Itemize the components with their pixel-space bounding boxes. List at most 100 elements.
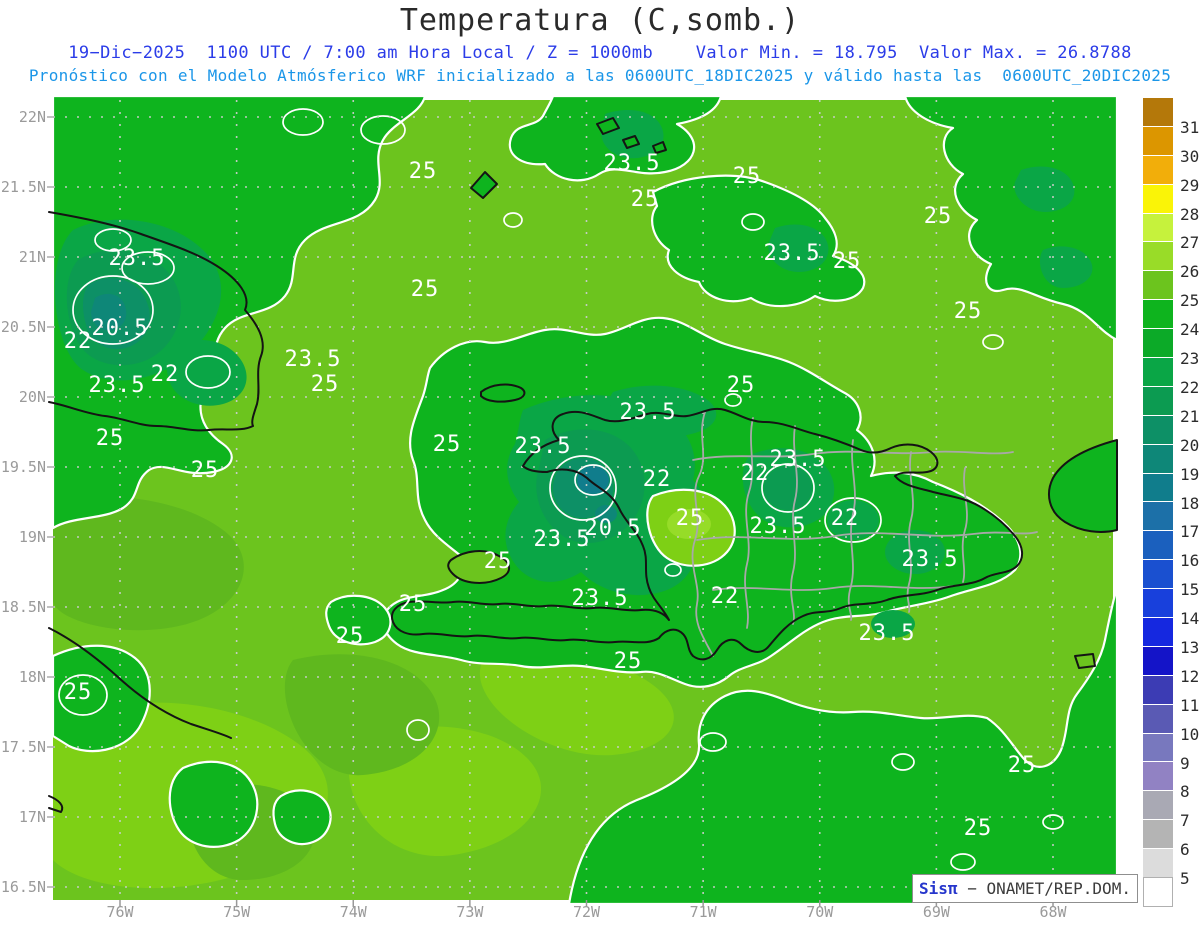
lat-label: 21N	[18, 248, 46, 266]
colorbar-segment	[1143, 848, 1173, 878]
contour-label: 23.5	[620, 400, 677, 425]
colorbar-tick-label: 23	[1180, 349, 1200, 369]
watermark-org: − ONAMET/REP.DOM.	[957, 879, 1131, 898]
lon-label: 73W	[456, 903, 484, 921]
colorbar-tick-label: 21	[1180, 406, 1200, 426]
lat-label: 20N	[18, 388, 46, 406]
contour-label: 25	[614, 649, 643, 674]
contour-label: 25	[676, 506, 705, 531]
colorbar-segment	[1143, 617, 1173, 646]
map-canvas: 25 25 23.5 25 25 23.5 25 25 25 23.5 20.5 22 22 23.5 25…	[47, 94, 1119, 907]
contour-label: 25	[336, 624, 365, 649]
contour-label: 20.5	[585, 516, 642, 541]
contour-label: 25	[433, 432, 462, 457]
contour-label: 25	[631, 187, 660, 212]
contour-label: 22	[151, 362, 180, 387]
colorbar-tick-label: 19	[1180, 464, 1200, 484]
colorbar-segment	[1143, 761, 1173, 791]
colorbar-tick-label: 17	[1180, 522, 1200, 542]
subtitle-valid-time: 19−Dic−2025 1100 UTC / 7:00 am Hora Loca…	[68, 43, 1132, 63]
colorbar-tick-label: 6	[1180, 840, 1190, 860]
colorbar-tick-label: 10	[1180, 724, 1200, 744]
colorbar-segment	[1143, 819, 1173, 849]
lat-label: 17N	[18, 808, 46, 826]
lat-label: 21.5N	[0, 178, 46, 196]
colorbar-segment	[1143, 385, 1173, 415]
weather-map-page: Temperatura (C,somb.) 19−Dic−2025 1100 U…	[0, 0, 1200, 927]
contour-label: 23.5	[534, 527, 591, 552]
colorbar-segment	[1143, 877, 1173, 907]
colorbar-segment	[1143, 125, 1173, 155]
lon-label: 69W	[922, 903, 950, 921]
contour-label: 23.5	[604, 151, 661, 176]
lat-label: 16.5N	[0, 878, 46, 896]
contour-label: 25	[64, 680, 93, 705]
colorbar-tick-label: 22	[1180, 377, 1200, 397]
watermark-brand: Sisπ	[919, 879, 958, 898]
colorbar-segment	[1143, 790, 1173, 820]
colorbar-tick-label: 8	[1180, 782, 1190, 802]
lat-label: 22N	[18, 108, 46, 126]
colorbar-tick-label: 28	[1180, 204, 1200, 224]
contour-label: 25	[399, 592, 428, 617]
colorbar-tick-label: 24	[1180, 320, 1200, 340]
coast-mona	[1074, 653, 1096, 669]
colorbar-segment	[1143, 183, 1173, 213]
lat-label: 18.5N	[0, 598, 46, 616]
contour-label: 22	[643, 467, 672, 492]
page-title: Temperatura (C,somb.)	[399, 3, 801, 38]
coast-tortuga	[480, 383, 526, 403]
contour-label: 25	[311, 372, 340, 397]
colorbar-segment	[1143, 328, 1173, 358]
contour-label: 23.5	[859, 621, 916, 646]
contour-label: 25	[1008, 753, 1037, 778]
colorbar	[1143, 98, 1173, 907]
colorbar-segment	[1143, 645, 1173, 675]
colorbar-segment	[1143, 501, 1173, 531]
contour-label: 23.5	[764, 241, 821, 266]
lon-label: 76W	[106, 903, 134, 921]
contour-label: 22	[831, 506, 860, 531]
colorbar-tick-label: 12	[1180, 666, 1200, 686]
contour-label: 25	[924, 204, 953, 229]
colorbar-segment	[1143, 530, 1173, 560]
colorbar-segment	[1143, 414, 1173, 444]
colorbar-tick-label: 16	[1180, 551, 1200, 571]
contour-label: 25	[484, 549, 513, 574]
colorbar-tick-label: 26	[1180, 262, 1200, 282]
contour-label: 23.5	[750, 514, 807, 539]
colorbar-tick-label: 7	[1180, 811, 1190, 831]
colorbar-tick-label: 13	[1180, 637, 1200, 657]
colorbar-tick-label: 14	[1180, 609, 1200, 629]
colorbar-tick-label: 25	[1180, 291, 1200, 311]
lon-label: 71W	[689, 903, 717, 921]
contour-label: 23.5	[572, 586, 629, 611]
lat-label: 18N	[18, 668, 46, 686]
colorbar-segment	[1143, 703, 1173, 733]
lat-label: 19N	[18, 528, 46, 546]
blob-sw-2	[168, 760, 259, 848]
lon-label: 68W	[1039, 903, 1067, 921]
lon-label: 74W	[339, 903, 367, 921]
colorbar-segment	[1143, 472, 1173, 502]
colorbar-segment	[1143, 732, 1173, 762]
colorbar-tick-label: 29	[1180, 175, 1200, 195]
colorbar-tick-label: 5	[1180, 869, 1190, 889]
contour-label: 23.5	[109, 246, 166, 271]
lon-label: 75W	[223, 903, 251, 921]
colorbar-segment	[1143, 559, 1173, 589]
colorbar-segment	[1143, 212, 1173, 242]
colorbar-segment	[1143, 98, 1173, 126]
colorbar-segment	[1143, 674, 1173, 704]
colorbar-segment	[1143, 357, 1173, 386]
contour-label: 23.5	[770, 447, 827, 472]
contour-label: 22	[711, 584, 740, 609]
contour-label: 22	[64, 329, 93, 354]
colorbar-tick-label: 27	[1180, 233, 1200, 253]
colorbar-segment	[1143, 154, 1173, 184]
contour-label: 23.5	[902, 547, 959, 572]
subtitle-model-info: Pronóstico con el Modelo Atmósferico WRF…	[28, 66, 1172, 85]
colorbar-tick-label: 11	[1180, 695, 1200, 715]
contour-label: 25	[411, 277, 440, 302]
colorbar-segment	[1143, 443, 1173, 473]
